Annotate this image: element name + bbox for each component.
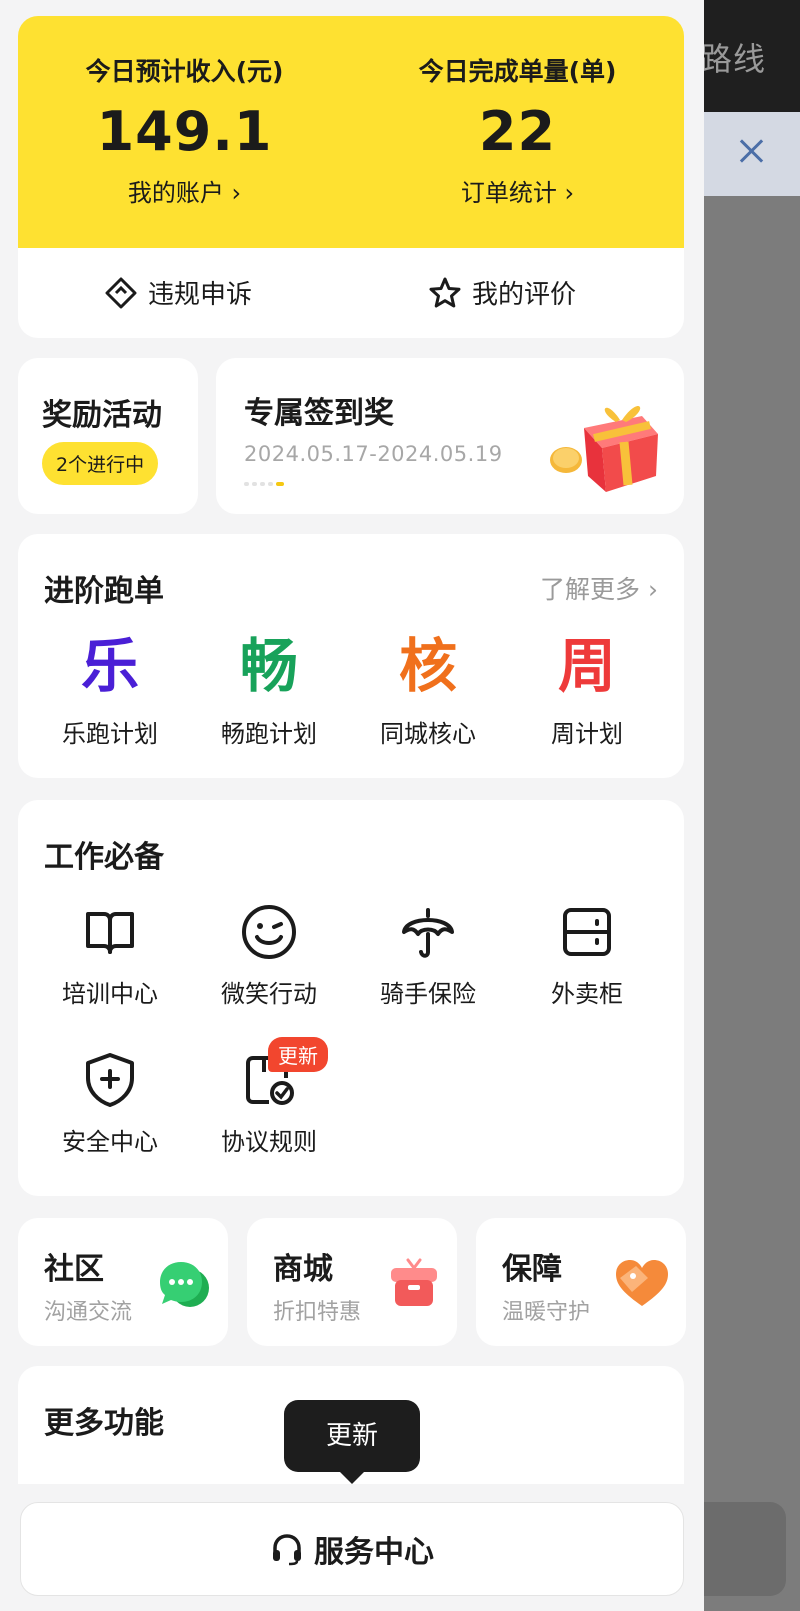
- gift-box-illustration-icon: [550, 406, 658, 492]
- background-header: 路线: [704, 0, 800, 112]
- more-features-title: 更多功能: [44, 1406, 164, 1441]
- reward-title: 奖励活动: [42, 398, 162, 433]
- violation-appeal-button[interactable]: 违规申诉: [104, 274, 252, 311]
- gift-box-icon: [391, 1258, 437, 1306]
- chevron-right-icon: ›: [223, 179, 242, 207]
- tile-subtitle: 沟通交流: [44, 1300, 133, 1325]
- advanced-title: 进阶跑单: [44, 574, 164, 609]
- dimmed-background-overlay[interactable]: 路线: [704, 0, 800, 1611]
- heart-tag-icon: [616, 1260, 668, 1306]
- active-count-badge: 2个进行中: [42, 442, 159, 485]
- protection-tile[interactable]: 保障 温暖守护: [476, 1218, 686, 1346]
- tile-title: 商城: [273, 1252, 333, 1287]
- appeal-diamond-icon: [105, 277, 137, 308]
- smile-action-item[interactable]: 微笑行动: [189, 902, 349, 1009]
- my-account-link[interactable]: 我的账户 ›: [18, 173, 351, 208]
- rider-insurance-item[interactable]: 骑手保险: [348, 902, 508, 1009]
- tooltip-arrow: [338, 1470, 366, 1484]
- smooth-run-plan-item[interactable]: 畅 畅跑计划: [189, 634, 349, 749]
- item-label: 培训中心: [62, 980, 158, 1008]
- my-rating-button[interactable]: 我的评价: [428, 274, 576, 311]
- item-label: 同城核心: [380, 720, 476, 748]
- banner-dates: 2024.05.17-2024.05.19: [244, 442, 503, 466]
- tile-title: 保障: [502, 1252, 562, 1287]
- income-label: 今日预计收入(元): [85, 57, 284, 86]
- order-stats-link[interactable]: 订单统计 ›: [351, 173, 684, 208]
- item-label: 畅跑计划: [221, 720, 317, 748]
- chat-bubble-icon: [160, 1262, 209, 1307]
- rating-label: 我的评价: [472, 280, 577, 310]
- chang-logo-icon: 畅: [239, 632, 298, 700]
- item-label: 周计划: [551, 720, 623, 748]
- appeal-label: 违规申诉: [148, 280, 253, 310]
- work-essentials-section: 工作必备 培训中心 微笑行动 骑手保险 外卖柜 安全中心 协议规则: [18, 800, 684, 1196]
- service-center-label: 服务中心: [314, 1535, 434, 1570]
- earnings-summary-card: 今日预计收入(元) 149.1 我的账户 › 今日完成单量(单) 22 订单统计…: [18, 16, 684, 248]
- food-locker-item[interactable]: 外卖柜: [507, 902, 667, 1009]
- umbrella-icon: [402, 908, 454, 958]
- advanced-orders-section: 进阶跑单 了解更多 › 乐 乐跑计划 畅 畅跑计划 核 同城核心 周 周计划: [18, 534, 684, 778]
- tile-title: 社区: [44, 1252, 104, 1287]
- city-core-item[interactable]: 核 同城核心: [348, 634, 508, 749]
- carousel-dots: [244, 482, 284, 486]
- shield-plus-icon: [86, 1053, 134, 1107]
- item-label: 乐跑计划: [62, 720, 158, 748]
- quick-action-strip: 违规申诉 我的评价: [18, 248, 684, 338]
- smile-wink-icon: [242, 905, 296, 959]
- zhou-logo-icon: 周: [557, 632, 616, 700]
- learn-more-link[interactable]: 了解更多 ›: [540, 570, 658, 606]
- side-drawer: 今日预计收入(元) 149.1 我的账户 › 今日完成单量(单) 22 订单统计…: [0, 0, 704, 1611]
- item-label: 协议规则: [221, 1128, 317, 1156]
- training-center-item[interactable]: 培训中心: [30, 902, 190, 1009]
- item-label: 微笑行动: [221, 980, 317, 1008]
- checkin-reward-banner[interactable]: 专属签到奖 2024.05.17-2024.05.19: [216, 358, 684, 514]
- income-stat[interactable]: 今日预计收入(元) 149.1 我的账户 ›: [18, 16, 351, 208]
- update-tooltip: 更新: [284, 1400, 420, 1472]
- reward-activities-card[interactable]: 奖励活动 2个进行中: [18, 358, 198, 514]
- item-label: 安全中心: [62, 1128, 158, 1156]
- close-icon[interactable]: [738, 138, 764, 164]
- income-value: 149.1: [96, 100, 273, 163]
- headset-icon: [273, 1534, 301, 1566]
- update-badge: 更新: [268, 1037, 328, 1072]
- work-title: 工作必备: [44, 840, 164, 875]
- community-tile[interactable]: 社区 沟通交流: [18, 1218, 228, 1346]
- orders-label: 今日完成单量(单): [418, 57, 617, 86]
- orders-stat[interactable]: 今日完成单量(单) 22 订单统计 ›: [351, 16, 684, 208]
- star-icon: [429, 277, 461, 307]
- locker-icon: [563, 908, 611, 956]
- happy-run-plan-item[interactable]: 乐 乐跑计划: [30, 634, 190, 749]
- mall-tile[interactable]: 商城 折扣特惠: [247, 1218, 457, 1346]
- item-label: 骑手保险: [380, 980, 476, 1008]
- background-title-fragment: 路线: [704, 40, 767, 78]
- chevron-right-icon: ›: [556, 179, 575, 207]
- orders-value: 22: [478, 100, 557, 163]
- he-logo-icon: 核: [398, 632, 457, 700]
- background-button: [704, 1502, 786, 1596]
- tile-subtitle: 温暖守护: [502, 1300, 591, 1325]
- service-center-button[interactable]: 服务中心: [20, 1502, 684, 1596]
- banner-title: 专属签到奖: [244, 396, 394, 431]
- tile-subtitle: 折扣特惠: [273, 1300, 362, 1325]
- le-logo-icon: 乐: [80, 632, 139, 700]
- weekly-plan-item[interactable]: 周 周计划: [507, 634, 667, 749]
- item-label: 外卖柜: [551, 980, 623, 1008]
- book-icon: [86, 912, 134, 954]
- safety-center-item[interactable]: 安全中心: [30, 1050, 190, 1157]
